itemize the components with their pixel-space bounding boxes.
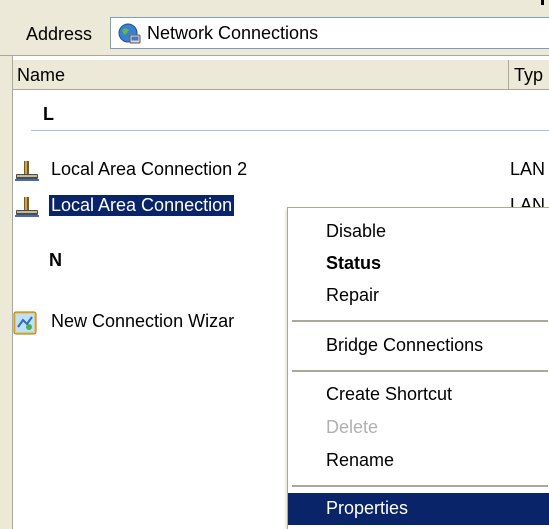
address-bar: Address Network Connections <box>0 8 549 56</box>
menu-item-disable[interactable]: Disable <box>288 216 549 248</box>
new-connection-wizard-icon <box>13 311 37 335</box>
list-item-type: LAN <box>510 159 546 179</box>
column-header-row: Name Typ <box>13 60 549 90</box>
menu-item-label: Disable <box>326 221 387 241</box>
menu-item-repair[interactable]: Repair <box>288 280 549 312</box>
lan-connection-icon <box>15 161 39 181</box>
window-left-edge <box>0 56 13 529</box>
menu-item-delete: Delete <box>288 412 549 444</box>
column-header-name[interactable]: Name <box>13 60 509 89</box>
address-field[interactable]: Network Connections <box>110 17 549 49</box>
menu-item-create-shortcut[interactable]: Create Shortcut <box>288 379 549 411</box>
menu-item-label: Delete <box>326 417 379 437</box>
menu-separator <box>292 320 548 322</box>
context-menu: Disable Status Repair Bridge Connections… <box>287 207 549 529</box>
window-top-mark <box>541 0 544 5</box>
window-top-strip <box>0 0 549 8</box>
menu-item-properties[interactable]: Properties <box>288 493 549 525</box>
list-item-label: Local Area Connection 2 <box>51 159 248 179</box>
group-divider <box>31 130 549 131</box>
address-label: Address <box>26 24 93 44</box>
list-item-label: Local Area Connection <box>47 194 236 217</box>
menu-separator <box>292 485 548 487</box>
menu-item-label: Rename <box>326 450 395 470</box>
menu-item-bridge-connections[interactable]: Bridge Connections <box>288 330 549 362</box>
column-header-type[interactable]: Typ <box>510 60 549 89</box>
menu-item-label: Repair <box>326 285 380 305</box>
list-item-label: New Connection Wizar <box>51 311 235 331</box>
network-globe-icon <box>118 23 141 44</box>
list-item[interactable]: Local Area Connection 2 LAN <box>13 158 549 184</box>
menu-item-status[interactable]: Status <box>288 248 549 280</box>
address-value: Network Connections <box>147 23 319 43</box>
group-header-n[interactable]: N <box>49 250 62 271</box>
menu-item-label: Bridge Connections <box>326 335 484 355</box>
menu-separator <box>292 370 548 372</box>
group-header-l[interactable]: L <box>43 104 54 125</box>
menu-item-label: Properties <box>326 498 409 518</box>
menu-item-label: Status <box>326 253 382 273</box>
menu-item-label: Create Shortcut <box>326 384 453 404</box>
menu-item-rename[interactable]: Rename <box>288 445 549 477</box>
lan-connection-icon <box>15 197 39 217</box>
